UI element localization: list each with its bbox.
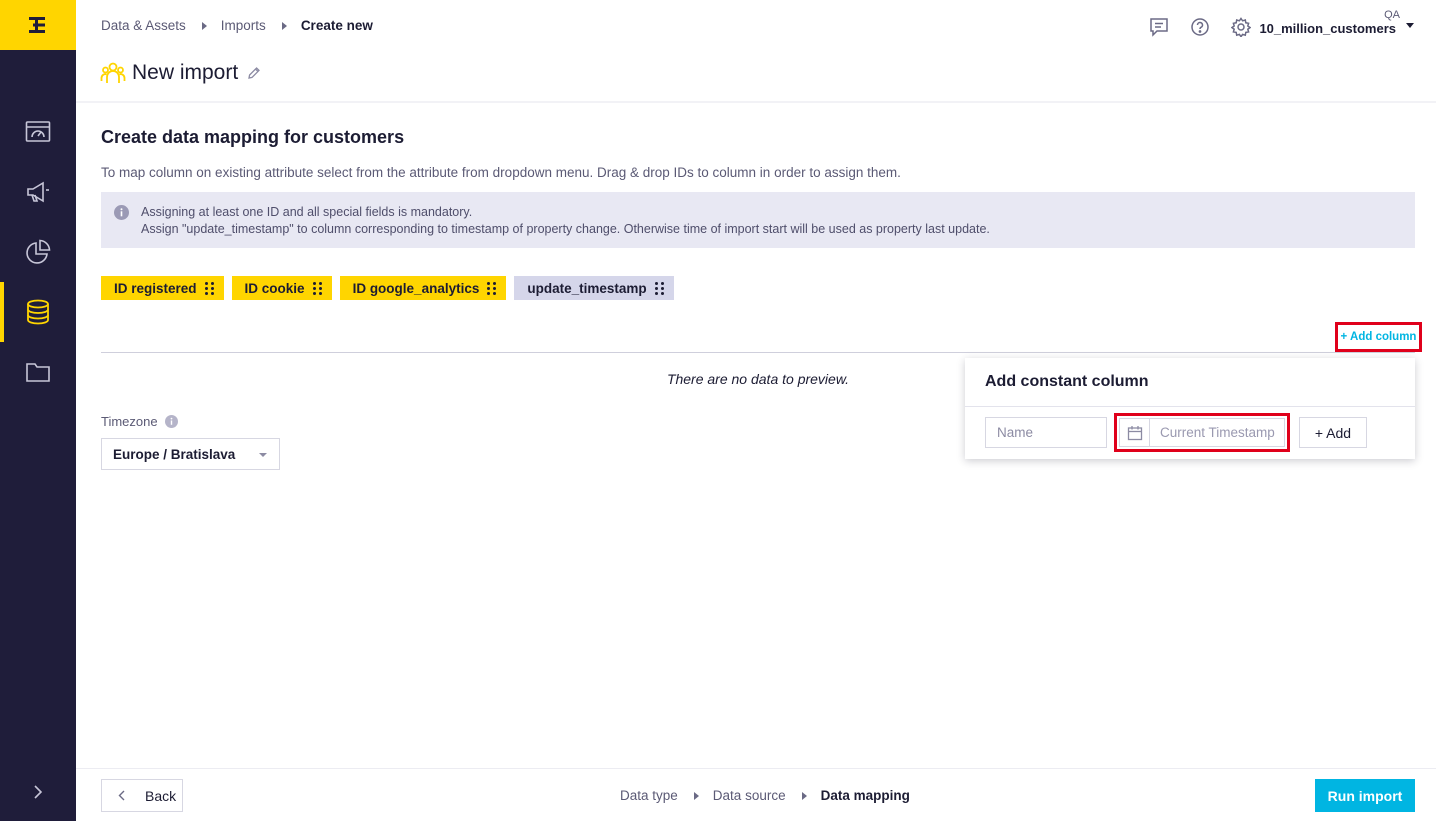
- project-name: 10_million_customers: [1259, 21, 1396, 36]
- sidebar-item-analyses[interactable]: [0, 222, 76, 282]
- back-label: Back: [145, 787, 177, 804]
- id-chip[interactable]: ID google_analytics: [339, 276, 507, 300]
- breadcrumb-separator-icon: [281, 21, 287, 30]
- breadcrumb-item[interactable]: Imports: [221, 18, 266, 33]
- page-header: New import: [100, 60, 261, 86]
- timezone-value: Europe / Bratislava: [113, 446, 236, 462]
- step-separator-icon: [801, 791, 807, 800]
- timezone-select[interactable]: Europe / Bratislava: [101, 438, 280, 470]
- id-chip[interactable]: ID registered: [101, 276, 224, 300]
- breadcrumb-item[interactable]: Data & Assets: [101, 18, 186, 33]
- project-switcher[interactable]: QA 10_million_customers: [1259, 9, 1414, 36]
- chevron-right-icon: [34, 785, 43, 799]
- sidebar: [0, 0, 76, 821]
- logo[interactable]: [0, 0, 76, 50]
- gear-icon[interactable]: [1231, 17, 1251, 37]
- chevron-down-icon: [1406, 23, 1414, 28]
- sidebar-item-campaigns[interactable]: [0, 162, 76, 222]
- info-box: Assigning at least one ID and all specia…: [101, 192, 1415, 248]
- dashboard-icon: [25, 121, 51, 142]
- sidebar-item-dashboard[interactable]: [0, 102, 76, 162]
- step-separator-icon: [693, 791, 699, 800]
- timezone-label-text: Timezone: [101, 414, 158, 429]
- org-name: QA: [1384, 9, 1400, 21]
- chip-label: ID cookie: [244, 280, 305, 296]
- chip-label: ID registered: [114, 280, 197, 296]
- chevron-left-icon: [118, 790, 125, 801]
- help-icon[interactable]: [1190, 17, 1210, 37]
- chevron-down-icon: [259, 453, 267, 457]
- back-button[interactable]: Back: [101, 779, 183, 812]
- info-icon: [114, 205, 129, 220]
- top-bar: Data & Assets Imports Create new QA 10_m…: [76, 0, 1436, 50]
- step-item[interactable]: Data type: [620, 788, 678, 803]
- popover-title: Add constant column: [985, 373, 1149, 390]
- header-icons: [1149, 17, 1251, 37]
- id-chip[interactable]: ID cookie: [231, 276, 332, 300]
- chat-icon[interactable]: [1149, 17, 1169, 37]
- chip-label: ID google_analytics: [352, 280, 480, 296]
- info-line: Assign "update_timestamp" to column corr…: [141, 222, 990, 236]
- divider: [965, 406, 1415, 407]
- step-current: Data mapping: [820, 788, 910, 803]
- logo-icon: [29, 17, 45, 33]
- wizard-steps: Data type Data source Data mapping: [620, 788, 910, 803]
- data-assets-icon: [27, 299, 49, 325]
- section-description: To map column on existing attribute sele…: [101, 165, 901, 180]
- footer: Back Data type Data source Data mapping …: [76, 768, 1436, 821]
- add-column-button[interactable]: + Add column: [1335, 322, 1422, 352]
- run-import-button[interactable]: Run import: [1315, 779, 1415, 812]
- step-item[interactable]: Data source: [713, 788, 786, 803]
- chip-label: update_timestamp: [527, 280, 647, 296]
- sidebar-item-data-assets[interactable]: [0, 282, 76, 342]
- column-name-input[interactable]: Name: [985, 417, 1107, 448]
- add-constant-button[interactable]: + Add: [1299, 417, 1367, 448]
- section-title: Create data mapping for customers: [101, 127, 405, 147]
- add-constant-column-popover: Add constant column Name Current Timesta…: [965, 358, 1415, 459]
- drag-handle-icon[interactable]: [204, 281, 214, 295]
- timestamp-input[interactable]: Current Timestamp: [1119, 418, 1285, 447]
- timestamp-field-highlight: Current Timestamp: [1114, 413, 1290, 452]
- timestamp-placeholder: Current Timestamp: [1160, 425, 1275, 440]
- sidebar-expand-button[interactable]: [0, 777, 76, 807]
- info-icon: [164, 415, 178, 428]
- campaigns-icon: [27, 181, 49, 203]
- breadcrumb-current: Create new: [300, 18, 373, 33]
- special-field-chip[interactable]: update_timestamp: [514, 276, 674, 300]
- pencil-icon[interactable]: [247, 66, 261, 80]
- id-chips: ID registered ID cookie ID google_analyt…: [101, 276, 674, 300]
- timezone-label: Timezone: [101, 414, 178, 429]
- drag-handle-icon[interactable]: [312, 281, 322, 295]
- drag-handle-icon[interactable]: [487, 281, 497, 295]
- calendar-icon: [1127, 425, 1142, 440]
- analyses-icon: [26, 239, 51, 264]
- page-title: New import: [132, 61, 239, 84]
- breadcrumb: Data & Assets Imports Create new: [101, 18, 373, 33]
- table-divider: [101, 352, 1415, 353]
- breadcrumb-separator-icon: [201, 21, 207, 30]
- divider: [76, 101, 1436, 103]
- calendar-button[interactable]: [1120, 419, 1150, 446]
- drag-handle-icon[interactable]: [654, 281, 664, 295]
- customers-icon: [100, 62, 126, 83]
- info-line: Assigning at least one ID and all specia…: [141, 205, 473, 219]
